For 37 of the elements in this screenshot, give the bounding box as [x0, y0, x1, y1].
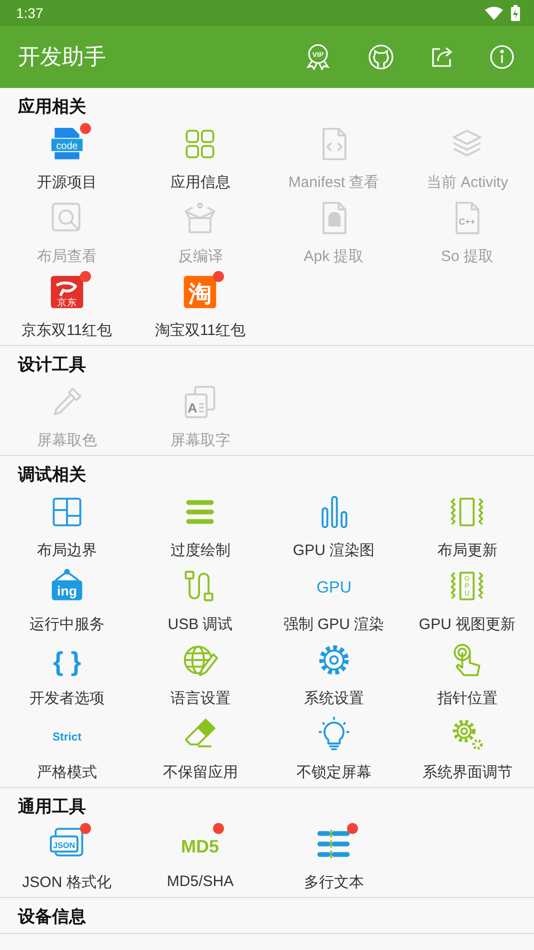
github-icon[interactable]: [368, 44, 394, 70]
tool-item[interactable]: GPU 渲染图: [267, 489, 400, 563]
wifi-icon: [485, 6, 503, 20]
tool-item[interactable]: 应用信息: [134, 121, 267, 195]
tool-item[interactable]: 过度绘制: [134, 489, 267, 563]
tool-item[interactable]: 指针位置: [400, 637, 534, 711]
tool-item[interactable]: GPU 强制 GPU 渲染: [267, 563, 400, 637]
info-icon[interactable]: [490, 45, 514, 69]
tool-item[interactable]: 淘 淘宝双11红包: [134, 269, 267, 343]
text-logo-icon: GPU: [314, 567, 353, 605]
battery-icon: [511, 5, 520, 21]
tool-item[interactable]: 多行文本: [267, 821, 400, 895]
tool-item[interactable]: 京东 京东双11红包: [0, 269, 134, 343]
tool-item[interactable]: 语言设置: [134, 637, 267, 711]
section-title: 应用相关: [16, 96, 87, 119]
app-title: 开发助手: [18, 44, 106, 72]
section-title: 设备信息: [16, 906, 87, 929]
tool-item[interactable]: code 开源项目: [0, 121, 134, 195]
tool-item[interactable]: 布局边界: [0, 489, 134, 563]
section-title: 通用工具: [17, 796, 87, 819]
tool-item[interactable]: 布局更新: [400, 489, 534, 563]
clock: 1:37: [16, 5, 44, 21]
tool-item[interactable]: 不保留应用: [134, 711, 267, 785]
tool-item[interactable]: 系统界面调节: [400, 711, 534, 785]
text-logo-icon: MD5: [181, 825, 220, 863]
braces-icon: { }: [48, 641, 86, 679]
text-logo-icon: Strict: [48, 715, 86, 753]
section-title: 调试相关: [16, 464, 87, 487]
tool-item[interactable]: { } 开发者选项: [0, 637, 134, 711]
tool-item[interactable]: Strict 严格模式: [0, 711, 134, 785]
section-title: 设计工具: [16, 354, 87, 377]
tool-item[interactable]: USB 调试: [134, 563, 267, 637]
tool-item[interactable]: MD5 MD5/SHA: [134, 821, 267, 895]
tool-item[interactable]: 不锁定屏幕: [267, 711, 400, 785]
tool-item[interactable]: 系统设置: [267, 637, 400, 711]
share-icon[interactable]: [430, 45, 454, 69]
tool-item[interactable]: ing 运行中服务: [0, 563, 134, 637]
